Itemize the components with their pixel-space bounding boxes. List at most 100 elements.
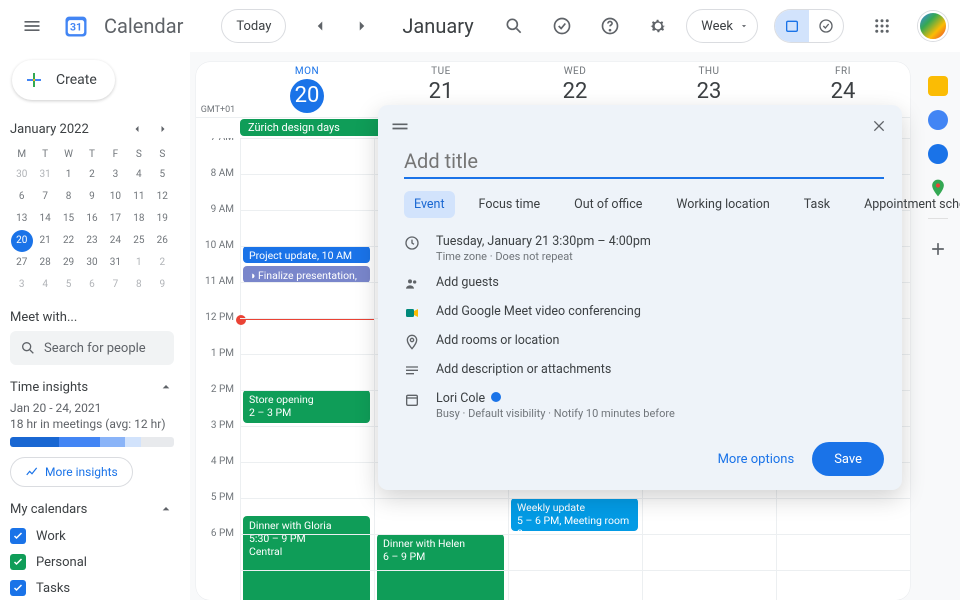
mini-day[interactable]: 29 [58, 252, 80, 274]
event-type-chip[interactable]: Out of office [564, 191, 652, 218]
mini-day[interactable]: 28 [34, 252, 56, 274]
calendar-view-button[interactable] [775, 10, 809, 42]
mini-day[interactable]: 7 [104, 274, 126, 296]
mini-day[interactable]: 15 [58, 208, 80, 230]
description-row[interactable]: Add description or attachments [404, 362, 884, 379]
search-button[interactable] [494, 6, 534, 46]
mini-day[interactable]: 1 [58, 164, 80, 186]
mini-day[interactable]: 9 [151, 274, 173, 296]
mini-day[interactable]: 18 [128, 208, 150, 230]
mini-day[interactable]: 30 [11, 164, 33, 186]
mini-day[interactable]: 22 [58, 230, 80, 252]
mini-day[interactable]: 4 [128, 164, 150, 186]
meet-row[interactable]: Add Google Meet video conferencing [404, 304, 884, 321]
mini-day[interactable]: 31 [104, 252, 126, 274]
datetime-sub: Time zone · Does not repeat [436, 250, 651, 263]
keep-icon[interactable] [928, 76, 948, 96]
mini-day[interactable]: 23 [81, 230, 103, 252]
contacts-icon[interactable] [928, 144, 948, 164]
mini-day[interactable]: 11 [128, 186, 150, 208]
mini-day[interactable]: 10 [104, 186, 126, 208]
mini-next-button[interactable] [152, 118, 174, 140]
mini-day[interactable]: 31 [34, 164, 56, 186]
mini-day[interactable]: 26 [151, 230, 173, 252]
view-dropdown[interactable]: Week [686, 9, 758, 43]
mini-day[interactable]: 25 [128, 230, 150, 252]
mini-day[interactable]: 20 [11, 230, 33, 252]
mini-day[interactable]: 24 [104, 230, 126, 252]
mini-day[interactable]: 30 [81, 252, 103, 274]
time-insights-header[interactable]: Time insights [10, 379, 174, 395]
event-type-chip[interactable]: Focus time [469, 191, 551, 218]
mini-day[interactable]: 2 [151, 252, 173, 274]
organizer-row[interactable]: Lori Cole Busy · Default visibility · No… [404, 391, 884, 420]
tasks-view-button[interactable] [809, 10, 843, 42]
calendar-event[interactable]: ◑ Finalize presentation, 10: [243, 266, 370, 283]
mini-day[interactable]: 14 [34, 208, 56, 230]
calendar-event[interactable]: Weekly update5 – 6 PM, Meeting room 2c [511, 498, 638, 531]
next-week-button[interactable] [342, 6, 382, 46]
mini-day[interactable]: 3 [11, 274, 33, 296]
calendar-event[interactable]: Store opening2 – 3 PM [243, 390, 370, 423]
mini-day[interactable]: 6 [81, 274, 103, 296]
mini-day[interactable]: 2 [81, 164, 103, 186]
mini-day[interactable]: 17 [104, 208, 126, 230]
mini-day[interactable]: 12 [151, 186, 173, 208]
datetime-row[interactable]: Tuesday, January 21 3:30pm – 4:00pm Time… [404, 234, 884, 263]
mini-day[interactable]: 5 [151, 164, 173, 186]
mini-day[interactable]: 13 [11, 208, 33, 230]
mini-prev-button[interactable] [126, 118, 148, 140]
calendar-checkbox-item[interactable]: Tasks [10, 575, 174, 600]
event-title-input[interactable] [404, 143, 884, 179]
mini-day[interactable]: 4 [34, 274, 56, 296]
mini-calendar[interactable]: MTWTFSS303112345678910111213141516171819… [10, 146, 174, 296]
main-menu-button[interactable] [12, 6, 52, 46]
mini-day[interactable]: 8 [128, 274, 150, 296]
search-people-input[interactable]: Search for people [10, 331, 174, 365]
mini-day[interactable]: 7 [34, 186, 56, 208]
close-popup-button[interactable] [864, 111, 894, 141]
calendar-logo-icon: 31 [60, 10, 92, 42]
calendar-checkbox-item[interactable]: Personal [10, 549, 174, 575]
event-type-chip[interactable]: Task [794, 191, 840, 218]
mini-day[interactable]: 3 [104, 164, 126, 186]
calendar-checkbox-item[interactable]: Work [10, 523, 174, 549]
settings-button[interactable] [638, 6, 678, 46]
support-button[interactable] [542, 6, 582, 46]
mini-day[interactable]: 1 [128, 252, 150, 274]
mini-day[interactable]: 5 [58, 274, 80, 296]
mini-day[interactable]: 6 [11, 186, 33, 208]
day-header[interactable]: MON20 [240, 62, 374, 117]
add-addon-button[interactable] [928, 239, 948, 259]
day-of-week: FRI [776, 66, 910, 77]
more-options-link[interactable]: More options [718, 452, 795, 467]
location-row[interactable]: Add rooms or location [404, 333, 884, 350]
today-button[interactable]: Today [221, 9, 286, 43]
event-type-chip[interactable]: Working location [666, 191, 779, 218]
more-insights-button[interactable]: More insights [10, 457, 133, 487]
guests-row[interactable]: Add guests [404, 275, 884, 292]
mini-day[interactable]: 27 [11, 252, 33, 274]
day-column[interactable]: Project update, 10 AM ◑ Finalize presenta… [240, 138, 374, 600]
account-avatar[interactable] [918, 11, 948, 41]
calendar-event[interactable]: Dinner with Gloria5:30 – 9 PMCentral [243, 516, 370, 600]
mini-day[interactable]: 21 [34, 230, 56, 252]
mini-day[interactable]: 16 [81, 208, 103, 230]
mini-day[interactable]: 8 [58, 186, 80, 208]
create-button[interactable]: Create [12, 60, 115, 100]
save-button[interactable]: Save [812, 442, 884, 476]
my-calendars-header[interactable]: My calendars [10, 501, 174, 517]
mini-day[interactable]: 19 [151, 208, 173, 230]
event-type-chip[interactable]: Event [404, 191, 455, 218]
calendar-label: Work [36, 529, 66, 544]
tasks-icon[interactable] [928, 110, 948, 130]
google-apps-button[interactable] [862, 6, 902, 46]
event-type-chip[interactable]: Appointment schedule [854, 191, 960, 218]
prev-week-button[interactable] [300, 6, 340, 46]
mini-day[interactable]: 9 [81, 186, 103, 208]
calendar-event[interactable]: Dinner with Helen6 – 9 PM [377, 534, 504, 600]
drag-handle-icon[interactable] [390, 121, 410, 131]
allday-event[interactable]: Zürich design days [240, 119, 387, 136]
calendar-event[interactable]: Project update, 10 AM [243, 246, 370, 263]
help-button[interactable] [590, 6, 630, 46]
